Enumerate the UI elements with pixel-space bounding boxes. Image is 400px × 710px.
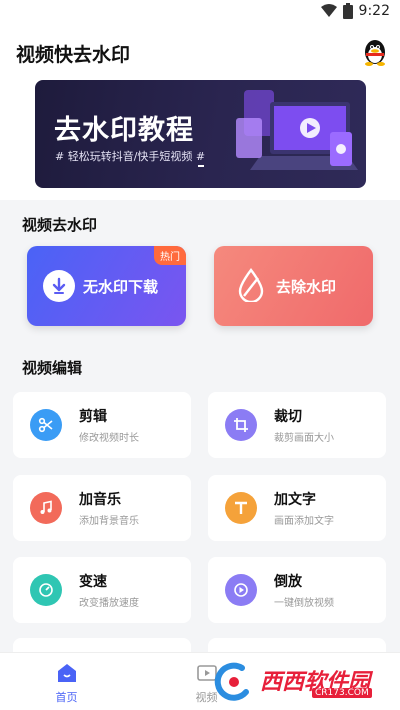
edit-card-subtitle: 改变播放速度 [79, 598, 139, 609]
edit-card-subtitle: 裁剪画面大小 [274, 433, 334, 444]
site-logo-icon [214, 662, 249, 701]
download-icon [43, 270, 75, 302]
edit-card-add-text[interactable]: 加文字 画面添加文字 [208, 475, 386, 541]
edit-card-subtitle: 一键倒放视频 [274, 598, 334, 609]
site-watermark-logo: 西西软件园 CR173.COM [212, 660, 382, 704]
banner-section: 去水印教程 # 轻松玩转抖音/快手短视频 # [0, 78, 400, 200]
edit-card-title: 倒放 [274, 574, 302, 590]
reverse-play-icon [225, 574, 257, 606]
music-note-icon [30, 492, 62, 524]
crop-icon [225, 409, 257, 441]
edit-card-reverse[interactable]: 倒放 一键倒放视频 [208, 557, 386, 623]
edit-card-add-music[interactable]: 加音乐 添加背景音乐 [13, 475, 191, 541]
watermark-subtext: CR173.COM [312, 688, 372, 698]
edit-card-trim[interactable]: 剪辑 修改视频时长 [13, 392, 191, 458]
edit-card-title: 加音乐 [79, 492, 121, 508]
edit-card-crop[interactable]: 裁切 裁剪画面大小 [208, 392, 386, 458]
edit-card-title: 加文字 [274, 492, 316, 508]
section-title-watermark: 视频去水印 [22, 216, 98, 234]
home-icon [58, 664, 76, 682]
tutorial-banner[interactable]: 去水印教程 # 轻松玩转抖音/快手短视频 # [35, 80, 366, 188]
tab-home[interactable]: 首页 [0, 653, 133, 710]
banner-title: 去水印教程 [54, 115, 194, 146]
remove-watermark-label: 去除水印 [276, 278, 337, 296]
speedometer-icon [30, 574, 62, 606]
water-drop-icon [238, 268, 264, 302]
qq-penguin-icon[interactable] [362, 38, 388, 66]
no-watermark-download-label: 无水印下载 [83, 278, 159, 296]
edit-card-title: 裁切 [274, 409, 302, 425]
status-icons: 9:22 [320, 3, 390, 19]
no-watermark-download-button[interactable]: 热门 无水印下载 [27, 246, 186, 326]
scissors-icon [30, 409, 62, 441]
battery-icon [342, 3, 353, 19]
status-bar: 9:22 [0, 0, 400, 26]
section-title-edit: 视频编辑 [22, 359, 83, 377]
edit-card-subtitle: 画面添加文字 [274, 516, 334, 527]
edit-card-subtitle: 修改视频时长 [79, 433, 139, 444]
text-icon [225, 492, 257, 524]
status-time: 9:22 [358, 3, 390, 19]
page-title: 视频快去水印 [16, 44, 131, 66]
edit-card-speed[interactable]: 变速 改变播放速度 [13, 557, 191, 623]
edit-card-subtitle: 添加背景音乐 [79, 516, 139, 527]
hot-badge: 热门 [154, 246, 186, 265]
banner-subtitle: # 轻松玩转抖音/快手短视频 # [55, 150, 206, 163]
devices-illustration-icon [236, 90, 358, 170]
banner-indicator [198, 165, 204, 167]
edit-card-title: 剪辑 [79, 409, 107, 425]
edit-card-title: 变速 [79, 574, 107, 590]
tab-home-label: 首页 [55, 691, 78, 704]
remove-watermark-button[interactable]: 去除水印 [214, 246, 373, 326]
app-bar: 视频快去水印 [0, 26, 400, 78]
wifi-icon [320, 4, 337, 17]
